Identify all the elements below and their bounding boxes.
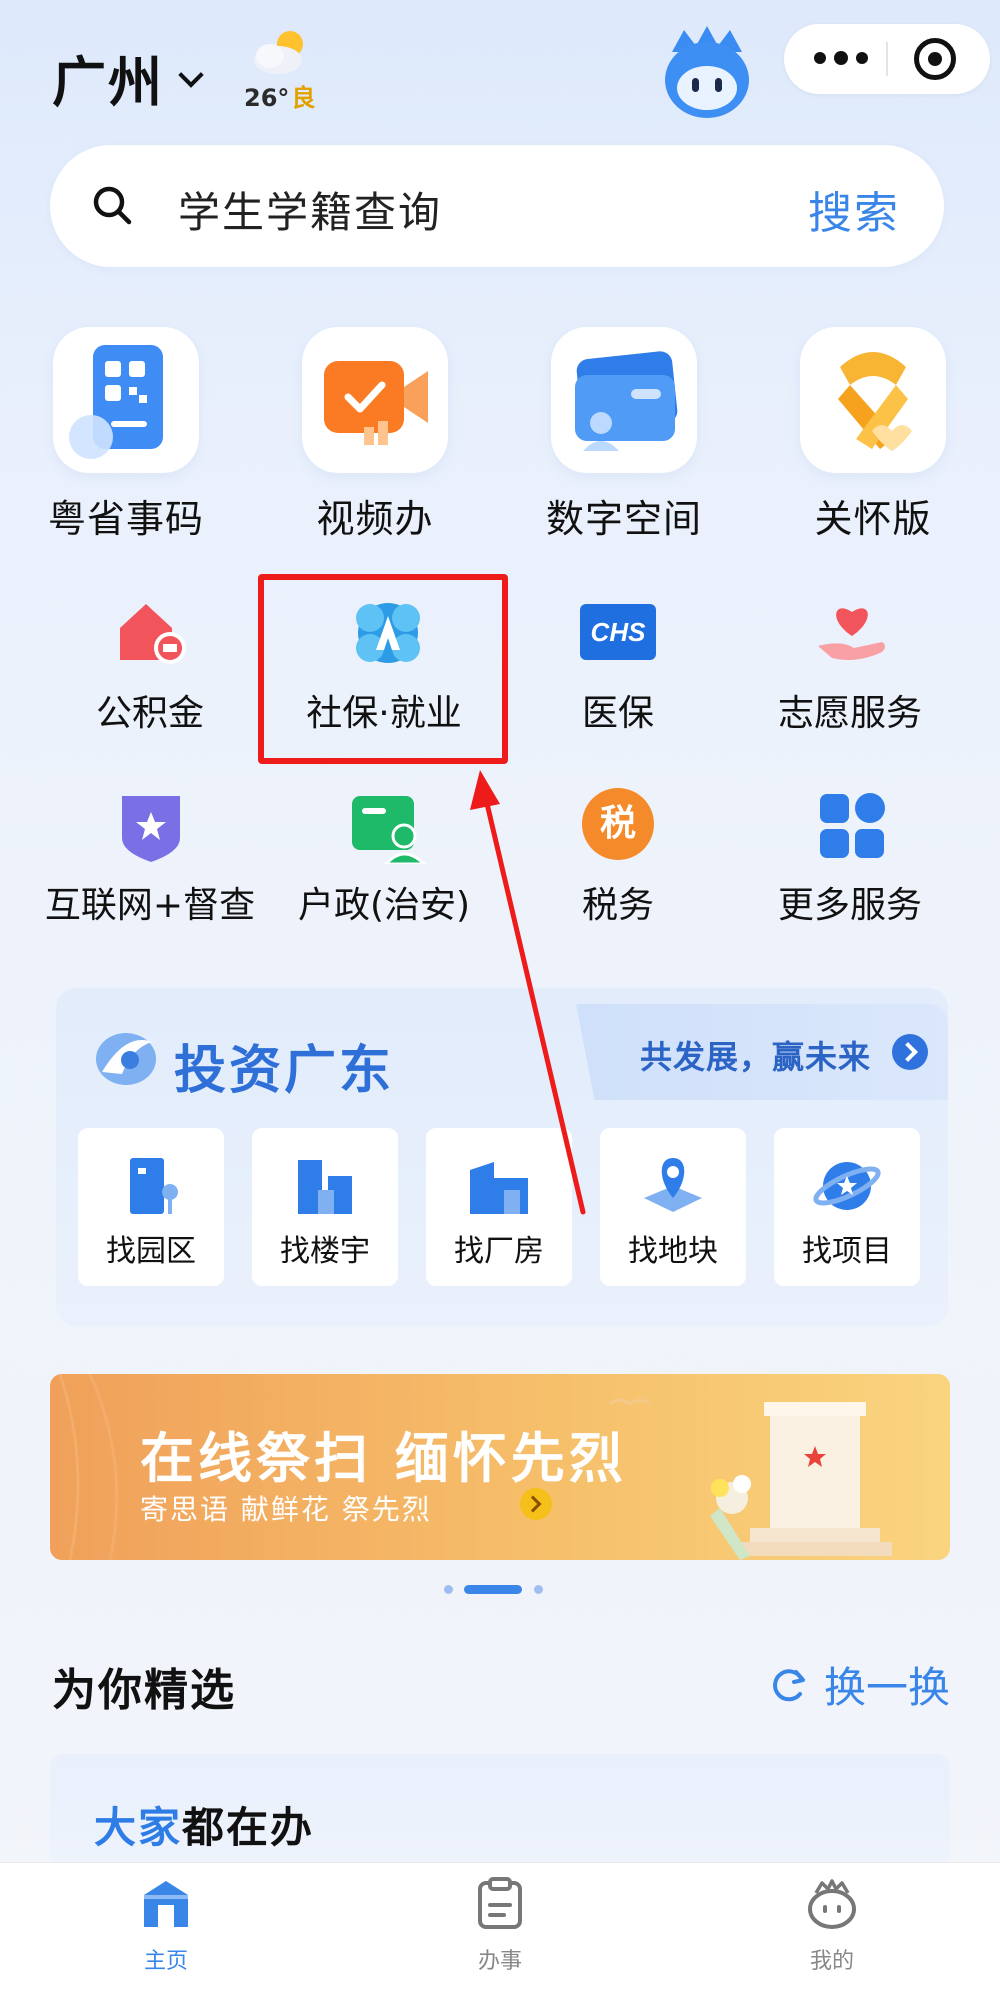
nav-home[interactable]: 主页	[86, 1877, 246, 1975]
mascot-face-icon	[808, 1879, 856, 1929]
nav-mine-label: 我的	[809, 1949, 854, 1974]
nav-home-label: 主页	[143, 1949, 188, 1974]
nav-mine[interactable]: 我的	[752, 1877, 912, 1975]
nav-tasks[interactable]: 办事	[420, 1877, 580, 1975]
nav-tasks-label: 办事	[477, 1949, 522, 1974]
clipboard-icon	[478, 1877, 522, 1929]
annotation-arrow-icon	[470, 770, 586, 1215]
bottom-nav: 主页 办事 我的	[0, 1862, 1000, 2007]
home-icon	[144, 1881, 188, 1927]
